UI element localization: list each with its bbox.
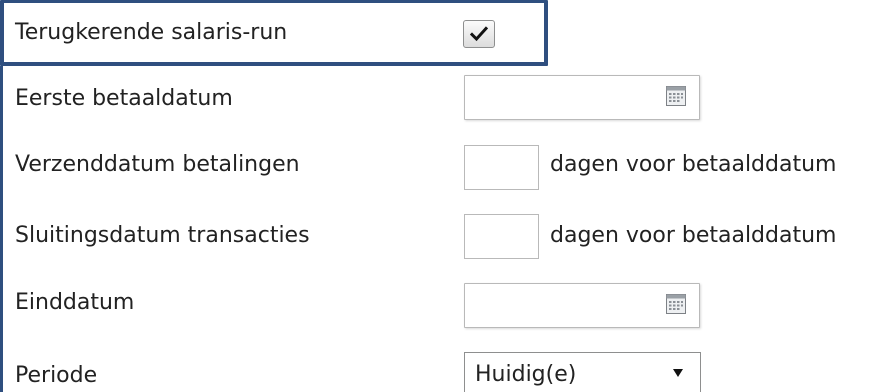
end-date-label: Einddatum: [15, 290, 135, 315]
send-date-label: Verzenddatum betalingen: [15, 152, 300, 177]
left-frame-edge: [0, 66, 3, 392]
recurring-run-checkbox[interactable]: [463, 20, 495, 48]
closing-date-days-input[interactable]: [464, 214, 539, 259]
send-date-suffix: dagen voor betaalddatum: [550, 152, 837, 177]
first-payment-date-label: Eerste betaaldatum: [15, 86, 233, 111]
end-date-calendar-button[interactable]: [664, 292, 688, 316]
period-select[interactable]: Huidig(e): [464, 352, 701, 392]
calendar-icon: [666, 86, 686, 106]
send-date-days-input[interactable]: [464, 145, 539, 190]
calendar-icon: [666, 294, 686, 314]
period-label: Periode: [15, 363, 98, 388]
closing-date-label: Sluitingsdatum transacties: [15, 223, 310, 248]
closing-date-suffix: dagen voor betaalddatum: [550, 223, 837, 248]
first-payment-date-calendar-button[interactable]: [664, 84, 688, 108]
chevron-down-icon: [673, 369, 683, 377]
checkmark-icon: [470, 26, 488, 42]
recurring-run-label: Terugkerende salaris-run: [15, 20, 288, 45]
period-selected-value: Huidig(e): [475, 362, 577, 387]
